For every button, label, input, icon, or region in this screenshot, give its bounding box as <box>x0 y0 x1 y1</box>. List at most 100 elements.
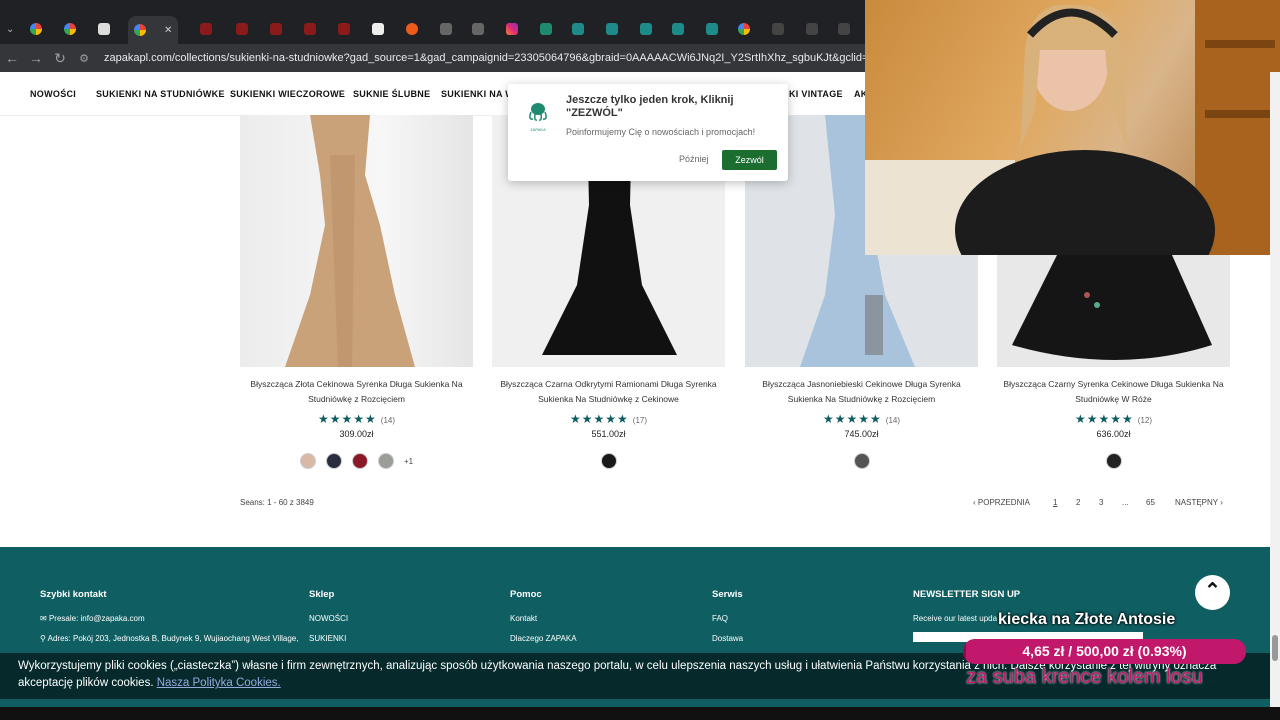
browser-tab[interactable] <box>540 20 552 38</box>
browser-tab[interactable] <box>838 20 850 38</box>
color-swatches: +1 <box>240 453 473 469</box>
color-swatch[interactable] <box>351 453 368 469</box>
forward-icon[interactable]: → <box>24 50 48 66</box>
browser-tab[interactable] <box>98 20 110 38</box>
footer-link[interactable]: FAQ <box>712 614 743 623</box>
site-info-icon[interactable]: ⚙ <box>72 52 96 65</box>
footer-shop: Sklep NOWOŚCI SUKIENKI <box>309 589 348 654</box>
browser-tab[interactable] <box>672 20 684 38</box>
nav-item-nowosci[interactable]: NOWOŚCI <box>30 89 76 99</box>
footer-heading: Sklep <box>309 589 335 600</box>
browser-tab[interactable] <box>606 20 618 38</box>
browser-tab[interactable] <box>772 20 784 38</box>
color-swatch[interactable] <box>325 453 342 469</box>
color-swatch[interactable] <box>1105 453 1122 469</box>
product-name[interactable]: Błyszcząca Czarna Odkrytymi Ramionami Dł… <box>492 377 725 407</box>
color-swatches <box>997 453 1230 469</box>
footer-link[interactable]: Dlaczego ZAPAKA <box>510 634 577 643</box>
footer-heading: Serwis <box>712 589 743 600</box>
mail-icon: ✉ <box>40 614 49 623</box>
webcam-overlay <box>865 0 1280 255</box>
product-card[interactable]: Błyszcząca Złota Cekinowa Syrenka Długa … <box>240 115 473 469</box>
footer-service: Serwis FAQ Dostawa <box>712 589 743 654</box>
product-price: 309.00zł <box>339 429 374 439</box>
review-count: (17) <box>632 416 648 425</box>
color-swatch[interactable] <box>377 453 394 469</box>
color-swatch[interactable] <box>853 453 870 469</box>
product-image[interactable] <box>240 115 473 367</box>
footer-link[interactable]: SUKIENKI <box>309 634 348 643</box>
footer-email[interactable]: ✉ Presale: info@zapaka.com <box>40 614 298 623</box>
footer-contact: Szybki kontakt ✉ Presale: info@zapaka.co… <box>40 589 298 654</box>
allow-button[interactable]: Zezwól <box>722 150 777 170</box>
browser-tab[interactable] <box>572 20 584 38</box>
footer-heading: NEWSLETTER SIGN UP <box>913 589 1021 600</box>
page-ellipsis: ... <box>1122 498 1129 507</box>
scrollbar-thumb[interactable] <box>1272 635 1278 661</box>
pagination-prev[interactable]: ‹ POPRZEDNIA <box>973 498 1030 507</box>
rating-stars: ★★★★★ (12) <box>1074 412 1153 426</box>
results-count: Seans: 1 - 60 z 3849 <box>240 498 314 507</box>
more-colors[interactable]: +1 <box>404 457 413 466</box>
color-swatches <box>745 453 978 469</box>
browser-tab[interactable] <box>30 20 42 38</box>
footer-link[interactable]: NOWOŚCI <box>309 614 348 623</box>
donation-goal-title: kiecka na Złote Antosie <box>998 611 1176 628</box>
streamer-image <box>865 0 1280 255</box>
reload-icon[interactable]: ↻ <box>48 50 72 67</box>
review-count: (14) <box>380 416 396 425</box>
rating-stars: ★★★★★ (14) <box>822 412 901 426</box>
browser-tab[interactable] <box>304 20 316 38</box>
later-button[interactable]: Później <box>679 154 709 164</box>
browser-tab[interactable] <box>200 20 212 38</box>
nav-item-studniowke[interactable]: SUKIENKI NA STUDNIÓWKE <box>96 89 225 99</box>
pagination-next[interactable]: NASTĘPNY › <box>1175 498 1223 507</box>
browser-tab[interactable] <box>738 20 750 38</box>
page-link-65[interactable]: 65 <box>1146 498 1155 507</box>
back-icon[interactable]: ← <box>0 50 24 66</box>
footer-link[interactable]: Dostawa <box>712 634 743 643</box>
popup-title: Jeszcze tylko jeden krok, Kliknij "ZEZWÓ… <box>566 94 734 119</box>
color-swatch[interactable] <box>600 453 617 469</box>
rating-stars: ★★★★★ (14) <box>317 412 396 426</box>
page-link-2[interactable]: 2 <box>1076 498 1080 507</box>
product-name[interactable]: Błyszcząca Czarny Syrenka Cekinowe Długa… <box>997 377 1230 407</box>
tab-list-button[interactable]: ⌄ <box>6 20 14 38</box>
browser-tab[interactable] <box>338 20 350 38</box>
footer-link[interactable]: Kontakt <box>510 614 577 623</box>
product-price: 636.00zł <box>1096 429 1131 439</box>
browser-tab[interactable] <box>64 20 76 38</box>
product-name[interactable]: Błyszcząca Jasnoniebieski Cekinowe Długa… <box>745 377 978 407</box>
octopus-icon <box>529 103 547 121</box>
close-icon[interactable]: ✕ <box>164 25 172 36</box>
nav-item-slubne[interactable]: SUKNIE ŚLUBNE <box>353 89 430 99</box>
browser-tab[interactable] <box>806 20 818 38</box>
browser-tab[interactable] <box>640 20 652 38</box>
browser-tab[interactable] <box>270 20 282 38</box>
notification-popup: ZAPAKA Jeszcze tylko jeden krok, Kliknij… <box>508 84 788 181</box>
browser-tab[interactable] <box>506 20 518 38</box>
color-swatch[interactable] <box>299 453 316 469</box>
nav-item-wieczorowe[interactable]: SUKIENKI WIECZOROWE <box>230 89 345 99</box>
browser-tab[interactable] <box>372 20 384 38</box>
page-scrollbar[interactable] <box>1270 72 1280 707</box>
footer-heading: Szybki kontakt <box>40 589 107 600</box>
browser-tab[interactable] <box>472 20 484 38</box>
product-price: 745.00zł <box>844 429 879 439</box>
browser-tab[interactable] <box>440 20 452 38</box>
footer-heading: Pomoc <box>510 589 542 600</box>
browser-tab[interactable] <box>706 20 718 38</box>
donation-goal-bar: 4,65 zł / 500,00 zł (0.93%) <box>963 639 1246 664</box>
product-name[interactable]: Błyszcząca Złota Cekinowa Syrenka Długa … <box>240 377 473 407</box>
nav-item-vintage[interactable]: KI VINTAGE <box>789 89 843 99</box>
browser-tab[interactable] <box>406 20 418 38</box>
scroll-top-button[interactable]: ⌃ <box>1195 575 1230 610</box>
page-link-1[interactable]: 1 <box>1053 498 1057 507</box>
color-swatches <box>492 453 725 469</box>
page-link-3[interactable]: 3 <box>1099 498 1103 507</box>
scrolling-message: za suba krence kolem losu <box>966 666 1203 688</box>
browser-tab[interactable] <box>236 20 248 38</box>
taskbar <box>0 707 1280 720</box>
cookie-policy-link[interactable]: Nasza Polityka Cookies. <box>157 677 281 689</box>
browser-tab-active[interactable]: ✕ <box>128 16 179 44</box>
